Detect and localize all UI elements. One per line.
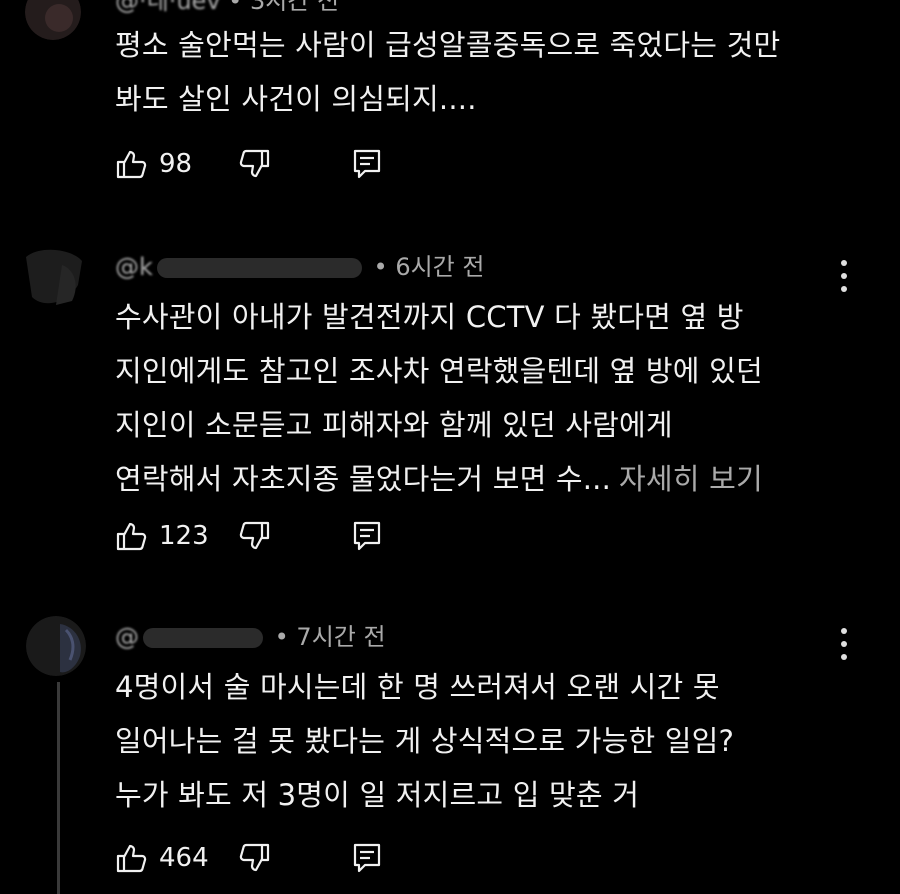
like-count: 98 [159, 149, 193, 179]
reply-icon[interactable] [349, 840, 385, 876]
thumbs-up-icon[interactable] [113, 518, 149, 554]
thumbs-up-icon[interactable] [113, 146, 149, 182]
redacted-name [143, 628, 263, 648]
comment-meta: @k • 6시간 전 [115, 252, 484, 282]
comment-text-line: 봐도 살인 사건이 의심되지.... [115, 82, 477, 116]
comment-text-line: 연락해서 자초지종 물었다는거 보면 수... 자세히 보기 [115, 452, 835, 506]
comment-text-line: 일어나는 걸 못 봤다는 게 상식적으로 가능한 일임? [115, 724, 735, 758]
avatar[interactable] [22, 245, 86, 309]
like-count: 464 [159, 843, 209, 873]
comment-actions: 123 [113, 516, 385, 556]
avatar-image [26, 616, 86, 676]
comment-text: 4명이서 술 마시는데 한 명 쓰러져서 오랜 시간 못 일어나는 걸 못 봤다… [115, 660, 835, 822]
thumbs-down-icon[interactable] [237, 146, 273, 182]
comment-text-line: 4명이서 술 마시는데 한 명 쓰러져서 오랜 시간 못 [115, 670, 720, 704]
comment-text-line: 수사관이 아내가 발견전까지 CCTV 다 봤다면 옆 방 [115, 300, 744, 334]
comment-meta: @·네·uev • 3시간 전 [115, 0, 339, 16]
meta-separator: • [220, 0, 250, 15]
comment-text-tail: 연락해서 자초지종 물었다는거 보면 수... [115, 462, 612, 496]
comment-meta: @ • 7시간 전 [115, 622, 386, 652]
comment-time: 3시간 전 [249, 0, 340, 15]
comment-text-line: 평소 술안먹는 사람이 급성알콜중독으로 죽었다는 것만 [115, 28, 781, 62]
like-count: 123 [159, 521, 209, 551]
comment-actions: 464 [113, 838, 385, 878]
avatar-image [26, 249, 82, 305]
thumbs-up-icon[interactable] [113, 840, 149, 876]
comment-text-line: 지인이 소문듣고 피해자와 함께 있던 사람에게 [115, 408, 673, 442]
meta-separator: • [267, 623, 297, 651]
reply-icon[interactable] [349, 146, 385, 182]
comment-text: 평소 술안먹는 사람이 급성알콜중독으로 죽었다는 것만 봐도 살인 사건이 의… [115, 18, 835, 126]
comment-text-line: 누가 봐도 저 3명이 일 저지르고 입 맞춘 거 [115, 778, 640, 812]
comment-text-line: 지인에게도 참고인 조사차 연락했을텐데 옆 방에 있던 [115, 354, 763, 388]
avatar-image [25, 0, 81, 40]
comment-author[interactable]: @k [115, 252, 153, 282]
thumbs-down-icon[interactable] [237, 840, 273, 876]
thumbs-down-icon[interactable] [237, 518, 273, 554]
comment-text: 수사관이 아내가 발견전까지 CCTV 다 봤다면 옆 방 지인에게도 참고인 … [115, 290, 835, 506]
more-vert-icon[interactable] [836, 626, 852, 662]
comment-author[interactable]: @·네·uev [115, 0, 221, 16]
avatar[interactable] [26, 616, 86, 676]
avatar[interactable] [25, 0, 81, 40]
meta-separator: • [365, 253, 396, 281]
more-vert-icon[interactable] [836, 258, 852, 294]
comment-time: 6시간 전 [395, 253, 485, 281]
thread-line [57, 682, 60, 894]
read-more-link[interactable]: 자세히 보기 [619, 462, 763, 496]
comment-time: 7시간 전 [296, 623, 386, 651]
redacted-name [156, 258, 362, 278]
comment-author[interactable]: @ [115, 622, 139, 652]
reply-icon[interactable] [349, 518, 385, 554]
comment-actions: 98 [113, 144, 385, 184]
